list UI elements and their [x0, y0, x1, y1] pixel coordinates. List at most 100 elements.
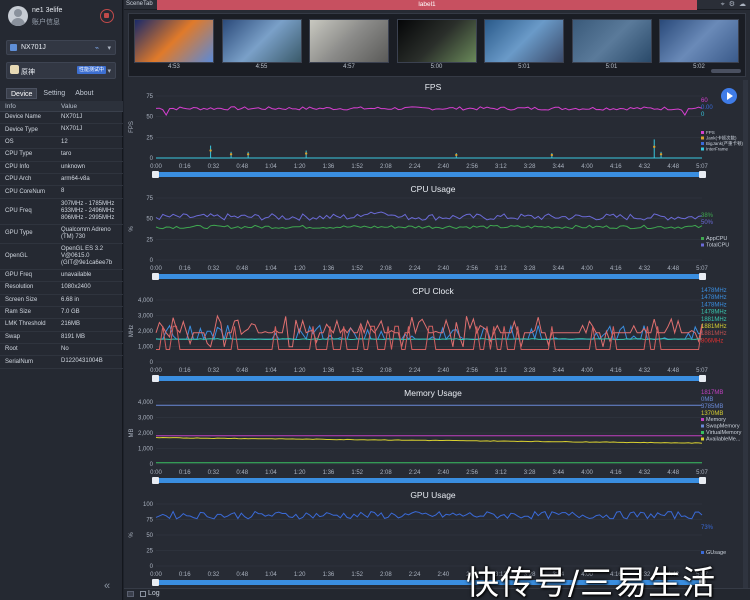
x-tick-label: 2:56: [466, 266, 478, 272]
table-row: Resolution 1080x2400: [0, 282, 123, 295]
y-tick-label: 3,000: [138, 314, 154, 320]
log-checkbox[interactable]: [140, 590, 146, 597]
screenshot-thumbnail[interactable]: [659, 19, 739, 63]
x-tick-label: 4:16: [610, 164, 622, 170]
x-tick-label: 1:04: [265, 266, 277, 272]
x-tick-label: 0:16: [179, 266, 191, 272]
current-value: 73%: [701, 525, 714, 531]
info-value: 7.0 GB: [61, 308, 80, 315]
tab-device[interactable]: Device: [6, 88, 38, 99]
x-tick-label: 5:07: [696, 368, 708, 374]
table-row: CPU CoreNum 8: [0, 186, 123, 199]
account-info-link[interactable]: 账户信息: [32, 17, 60, 27]
legend-label: InterFrame: [706, 147, 729, 152]
x-tick-label: 2:24: [409, 572, 421, 578]
screenshot-thumbnail[interactable]: [571, 19, 652, 63]
y-axis-label: MHz: [129, 325, 135, 337]
x-tick-label: 2:56: [466, 368, 478, 374]
x-tick-label: 3:44: [552, 368, 564, 374]
legend-label: TotalCPU: [706, 243, 729, 249]
scene-label-bar[interactable]: label1: [157, 0, 697, 10]
avatar[interactable]: [8, 6, 28, 26]
top-bar: SceneTab label1 ⌖ ⚙ ☁: [124, 0, 750, 10]
x-tick-label: 1:04: [265, 572, 277, 578]
info-value: D1220431004B: [61, 358, 103, 365]
record-stop-button[interactable]: [100, 9, 114, 23]
x-tick-label: 0:32: [208, 470, 220, 476]
x-tick-label: 1:36: [323, 368, 335, 374]
info-value: 8: [61, 188, 65, 195]
expand-icon[interactable]: [127, 591, 134, 597]
table-row: CPU Arch arm64-v8a: [0, 174, 123, 187]
info-value: 216MB: [61, 321, 81, 328]
info-key: Device Type: [5, 126, 38, 133]
table-row: Ram Size 7.0 GB: [0, 307, 123, 320]
screenshot-thumbnail[interactable]: [134, 19, 214, 63]
scene-tab[interactable]: SceneTab: [126, 1, 153, 7]
top-icons: ⌖ ⚙ ☁: [721, 0, 746, 10]
x-tick-label: 3:12: [495, 470, 507, 476]
thumbnail-time: 5:02: [693, 64, 705, 70]
x-tick-label: 0:00: [150, 470, 162, 476]
vertical-scrollbar[interactable]: [743, 80, 748, 590]
x-tick-label: 4:00: [581, 266, 593, 272]
location-icon[interactable]: ⌖: [721, 0, 725, 10]
series-line: [155, 510, 703, 520]
info-key: Device Name: [5, 114, 42, 121]
user-profile[interactable]: ne1 3elife 账户信息: [8, 6, 118, 30]
table-row: Device Type NX701J: [0, 124, 123, 137]
current-value: 1881MHz: [701, 317, 727, 323]
info-key: OS: [5, 138, 14, 145]
thumbnail-time: 4:55: [255, 64, 268, 70]
info-value: taro: [61, 151, 72, 158]
chart-title: FPS: [425, 82, 442, 92]
x-tick-label: 2:08: [380, 470, 392, 476]
x-tick-label: 1:36: [323, 572, 335, 578]
y-tick-label: 25: [146, 237, 153, 243]
tab-setting[interactable]: Setting: [39, 88, 69, 99]
screenshot-thumbnail[interactable]: [396, 19, 477, 63]
x-tick-label: 0:32: [208, 572, 220, 578]
legend-swatch: [701, 147, 704, 151]
x-tick-label: 1:04: [265, 368, 277, 374]
info-value: 307MHz - 1785MHz 633MHz - 2496MHz 806MHz…: [61, 200, 115, 221]
range-handle-right: [699, 375, 706, 382]
x-tick-label: 1:36: [323, 164, 335, 170]
info-key: Root: [5, 346, 18, 353]
screenshot-thumbnail[interactable]: [309, 19, 389, 63]
tab-about[interactable]: About: [71, 88, 97, 99]
x-tick-label: 1:52: [351, 470, 363, 476]
x-tick-label: 0:48: [236, 470, 248, 476]
screenshot-thumbnail[interactable]: [221, 19, 302, 63]
x-tick-label: 4:48: [667, 164, 679, 170]
thumbnail-time: 5:00: [430, 64, 443, 70]
cloud-icon[interactable]: ☁: [739, 0, 746, 10]
thumbnail-time: 5:01: [518, 64, 530, 70]
thumbnail-time: 5:01: [605, 64, 618, 70]
status-badge: 性能测试中: [77, 66, 107, 74]
screenshot-timeline[interactable]: 4:53 4:55 4:57 5:00 5:01 5:01 5:02: [128, 13, 746, 77]
x-tick-label: 0:32: [208, 368, 220, 374]
legend-swatch: [701, 431, 704, 434]
x-tick-label: 2:40: [438, 368, 450, 374]
x-tick-label: 1:52: [351, 266, 363, 272]
device-selector[interactable]: NX701J ⌁ ▾: [6, 40, 116, 55]
gear-icon[interactable]: ⚙: [729, 0, 735, 10]
thumbnail-time: 4:57: [343, 64, 355, 70]
collapse-sidebar-icon[interactable]: «: [104, 580, 110, 592]
app-selector-label: 原神: [21, 69, 35, 76]
log-toggle[interactable]: Log: [140, 590, 160, 597]
jank-marker: [455, 153, 458, 157]
x-tick-label: 0:16: [179, 470, 191, 476]
legend-label: AvailableMe...: [706, 437, 741, 443]
app-selector[interactable]: 原神 性能测试中 ▾: [6, 62, 116, 79]
series-line: [155, 106, 703, 116]
y-tick-label: 25: [146, 549, 153, 555]
x-tick-label: 4:16: [610, 470, 622, 476]
screenshot-thumbnail[interactable]: [484, 19, 564, 63]
y-tick-label: 75: [146, 196, 153, 202]
range-slider: [152, 172, 706, 177]
range-handle-left: [152, 171, 159, 178]
info-value: No: [61, 346, 69, 353]
y-tick-label: 75: [146, 94, 153, 100]
